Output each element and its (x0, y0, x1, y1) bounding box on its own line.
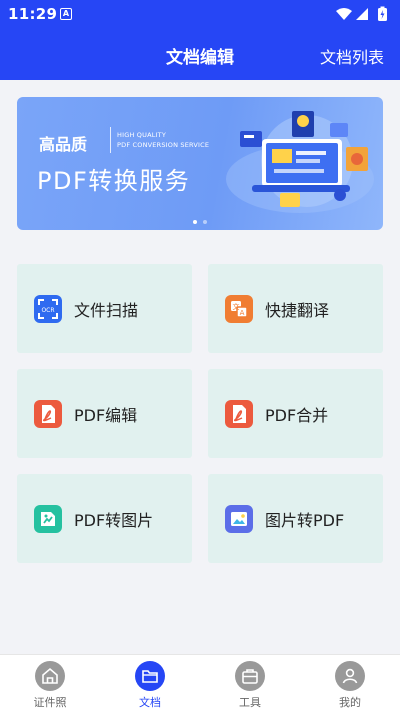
feature-label: PDF编辑 (74, 405, 138, 425)
tab-id-photo[interactable]: 证件照 (0, 655, 100, 711)
toolbox-icon (235, 661, 265, 691)
banner-divider (110, 127, 111, 153)
svg-text:A: A (240, 309, 245, 317)
tab-documents[interactable]: 文档 (100, 655, 200, 711)
banner-headline: 高品质 (39, 135, 88, 154)
signal-icon (356, 8, 368, 20)
system-status-icons (336, 6, 387, 21)
pdf-file-icon (34, 399, 62, 428)
promo-banner[interactable]: 高品质 HIGH QUALITY PDF CONVERSION SERVICE … (17, 97, 383, 230)
feature-pdf-merge[interactable]: PDF合并 (208, 369, 383, 458)
feature-quick-translate[interactable]: 文 A 快捷翻译 (208, 264, 383, 353)
banner-dot-active[interactable] (193, 220, 197, 224)
profile-icon (335, 661, 365, 691)
folder-icon (135, 661, 165, 691)
picture-icon (225, 504, 253, 533)
banner-subtitle: HIGH QUALITY PDF CONVERSION SERVICE (117, 130, 209, 150)
pdf-file-icon (225, 399, 253, 428)
banner-en-line1: HIGH QUALITY (117, 131, 166, 139)
tab-label: 证件照 (33, 696, 67, 709)
tab-label: 文档 (139, 696, 161, 709)
feature-label: PDF合并 (265, 405, 329, 425)
banner-pagination (17, 220, 383, 224)
ocr-scan-icon: OCR (34, 294, 62, 323)
svg-text:文: 文 (233, 302, 240, 311)
home-icon (35, 661, 65, 691)
document-list-button[interactable]: 文档列表 (320, 44, 384, 68)
tab-tools[interactable]: 工具 (200, 655, 300, 711)
status-time: 11:29 (8, 5, 58, 23)
notification-icon: A (60, 8, 72, 20)
feature-pdf-edit[interactable]: PDF编辑 (17, 369, 192, 458)
app-screen: 11:29 A 文档编辑 文档列表 高品质 HIGH QUALITY PDF C… (0, 0, 400, 711)
image-convert-icon (34, 504, 62, 533)
banner-dot[interactable] (203, 220, 207, 224)
svg-text:OCR: OCR (41, 307, 54, 314)
feature-label: 图片转PDF (265, 510, 345, 530)
banner-illustration (226, 111, 374, 213)
banner-en-line2: PDF CONVERSION SERVICE (117, 141, 210, 149)
feature-pdf-to-image[interactable]: PDF转图片 (17, 474, 192, 563)
translate-icon: 文 A (225, 294, 253, 323)
feature-label: 文件扫描 (74, 300, 139, 320)
bottom-nav: 证件照 文档 工具 我的 (0, 654, 400, 711)
feature-label: PDF转图片 (74, 510, 154, 530)
tab-profile[interactable]: 我的 (300, 655, 400, 711)
status-bar: 11:29 A (0, 0, 400, 28)
tab-label: 工具 (239, 696, 261, 709)
feature-label: 快捷翻译 (265, 300, 330, 320)
wifi-icon (336, 8, 352, 20)
banner-main-text: PDF转换服务 (37, 167, 191, 195)
feature-file-scan[interactable]: OCR 文件扫描 (17, 264, 192, 353)
tab-label: 我的 (339, 696, 361, 709)
top-bar: 11:29 A 文档编辑 文档列表 (0, 0, 400, 80)
feature-image-to-pdf[interactable]: 图片转PDF (208, 474, 383, 563)
